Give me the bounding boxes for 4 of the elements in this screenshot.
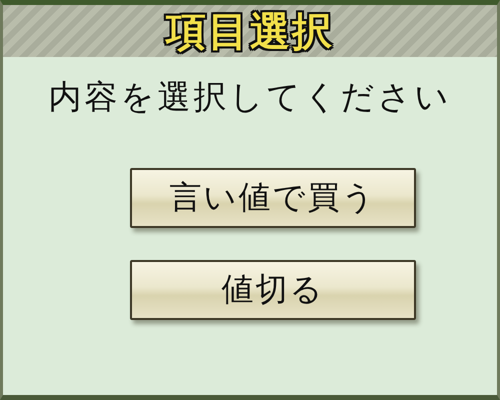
- prompt-text: 内容を選択してください: [48, 76, 452, 118]
- option-button[interactable]: 値切る: [130, 260, 416, 320]
- option-button[interactable]: 言い値で買う: [130, 168, 416, 228]
- screen-title: 項目選択: [166, 8, 334, 56]
